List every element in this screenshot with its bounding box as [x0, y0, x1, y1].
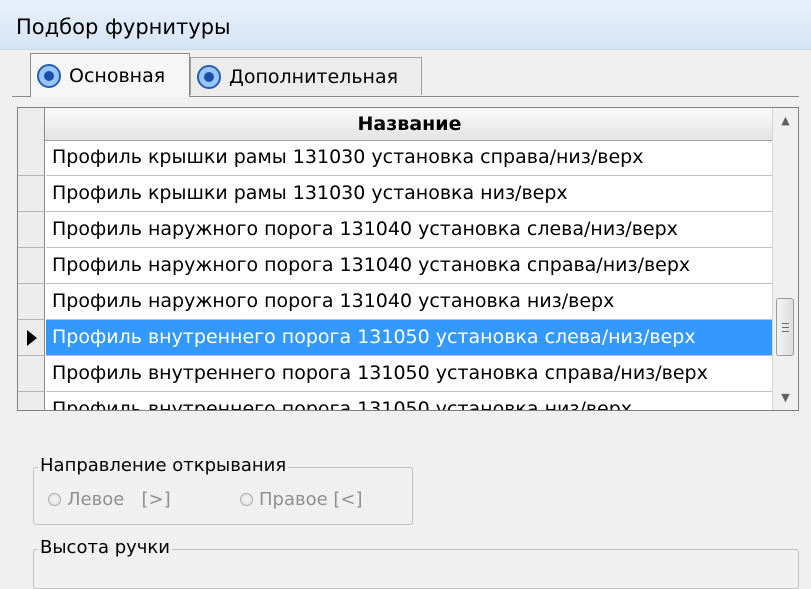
opening-direction-label: Направление открывания: [38, 454, 289, 478]
row-indicator[interactable]: [18, 248, 45, 284]
radio-circle-icon: [48, 493, 61, 506]
current-row-arrow-icon: [27, 330, 37, 346]
grid-header: Название: [18, 108, 773, 141]
grid-row[interactable]: Профиль крышки рамы 131030 установка спр…: [18, 140, 773, 176]
scroll-down-arrow-icon[interactable]: ▼: [773, 385, 798, 410]
scroll-grip-icon: [782, 327, 789, 328]
row-indicator[interactable]: [18, 212, 45, 248]
row-indicator[interactable]: [18, 140, 45, 176]
row-indicator[interactable]: [18, 284, 45, 320]
radio-right-label: Правое [<]: [259, 489, 363, 510]
tab-main-label: Основная: [69, 64, 166, 87]
scroll-grip-icon: [782, 323, 789, 324]
grid-cell-name[interactable]: Профиль крышки рамы 131030 установка низ…: [46, 176, 773, 212]
grid-cell-name[interactable]: Профиль наружного порога 131040 установк…: [46, 212, 773, 248]
radio-circle-icon: [240, 493, 253, 506]
grid-vertical-scrollbar[interactable]: ▲ ▼: [772, 108, 798, 410]
scroll-up-arrow-icon[interactable]: ▲: [773, 108, 798, 133]
grid-row[interactable]: Профиль наружного порога 131040 установк…: [18, 248, 773, 284]
row-indicator-header: [18, 108, 45, 140]
grid-cell-name[interactable]: Профиль наружного порога 131040 установк…: [46, 248, 773, 284]
tab-icon: [37, 63, 61, 88]
row-indicator[interactable]: [18, 176, 45, 212]
tab-main[interactable]: Основная: [30, 53, 190, 97]
row-indicator[interactable]: [18, 320, 45, 356]
row-indicator[interactable]: [18, 392, 45, 410]
furniture-grid[interactable]: Название Профиль крышки рамы 131030 уста…: [17, 107, 799, 411]
window-title: Подбор фурнитуры: [16, 15, 231, 39]
handle-height-label: Высота ручки: [38, 536, 172, 560]
grid-row[interactable]: Профиль наружного порога 131040 установк…: [18, 284, 773, 320]
grid-cell-name[interactable]: Профиль наружного порога 131040 установк…: [46, 284, 773, 320]
scroll-thumb[interactable]: [776, 298, 794, 356]
tab-icon: [197, 64, 221, 89]
opening-direction-group: Направление открывания Левое [>] Правое …: [33, 454, 413, 525]
grid-cell-name[interactable]: Профиль внутреннего порога 131050 устано…: [46, 392, 773, 410]
window-header: Подбор фурнитуры: [0, 0, 811, 50]
grid-row[interactable]: Профиль наружного порога 131040 установк…: [18, 212, 773, 248]
column-header-name[interactable]: Название: [46, 108, 773, 140]
tab-additional[interactable]: Дополнительная: [190, 57, 422, 95]
grid-row[interactable]: Профиль крышки рамы 131030 установка низ…: [18, 176, 773, 212]
scroll-grip-icon: [782, 331, 789, 332]
grid-row[interactable]: Профиль внутреннего порога 131050 устано…: [18, 356, 773, 392]
tab-bar: Основная Дополнительная: [0, 49, 811, 99]
grid-cell-name[interactable]: Профиль крышки рамы 131030 установка спр…: [46, 140, 773, 176]
grid-row-selected[interactable]: Профиль внутреннего порога 131050 устано…: [18, 320, 773, 356]
radio-left-label: Левое [>]: [67, 489, 171, 510]
radio-right[interactable]: Правое [<]: [240, 489, 363, 510]
grid-cell-name[interactable]: Профиль внутреннего порога 131050 устано…: [46, 356, 773, 392]
tab-additional-label: Дополнительная: [229, 65, 399, 88]
grid-cell-name[interactable]: Профиль внутреннего порога 131050 устано…: [46, 320, 773, 356]
grid-row[interactable]: Профиль внутреннего порога 131050 устано…: [18, 392, 773, 410]
row-indicator[interactable]: [18, 356, 45, 392]
handle-height-group: Высота ручки: [33, 536, 799, 589]
radio-left[interactable]: Левое [>]: [48, 489, 171, 510]
